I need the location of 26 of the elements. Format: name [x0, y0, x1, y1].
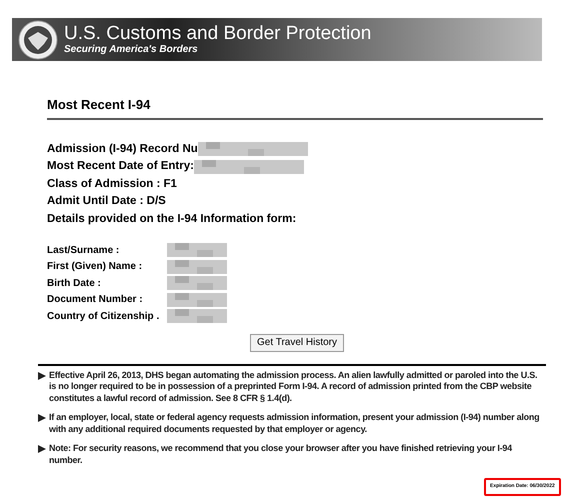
record-line: Details provided on the I-94 Information form: [47, 212, 296, 227]
redaction-block [167, 260, 227, 274]
notice-text: Effective April 26, 2013, DHS began automating the admission process. An alien lawfully admitted or paroled into the U.S. is no longer required to be in possession of a preprinted Form I-94. A record of admission printed from the CBP website constitutes a lawful record of admission. See 8 CFR § 1.4(d). [49, 370, 538, 404]
bullet-arrow-icon [38, 414, 46, 422]
bullet-arrow-icon [38, 372, 46, 380]
detail-label: Country of Citizenship . [47, 310, 160, 324]
banner-subtitle: Securing America's Borders [64, 45, 199, 55]
redaction-block [167, 276, 227, 290]
redaction-block [167, 243, 227, 258]
record-line: Class of Admission : F1 [47, 176, 177, 192]
section-heading: Most Recent I-94 [47, 96, 152, 114]
notice-text: If an employer, local, state or federal agency requests admission information, present your admission (I-94) number along with any additional required documents requested by that employer or agency. [49, 412, 540, 435]
bullet-arrow-icon [38, 445, 46, 453]
redaction-block [167, 292, 227, 307]
get-travel-history-button[interactable]: Get Travel History [250, 334, 344, 352]
seal-icon [18, 20, 58, 60]
detail-label: First (Given) Name : [47, 260, 144, 274]
detail-label: Document Number : [47, 293, 144, 308]
record-line: Admission (I-94) Record Nu [47, 142, 198, 157]
detail-label: Last/Surname : [47, 244, 120, 258]
banner-title: U.S. Customs and Border Protection [64, 24, 372, 43]
record-line: Most Recent Date of Entry: [47, 159, 194, 174]
record-line: Admit Until Date : D/S [47, 194, 166, 210]
notice-text: Note: For security reasons, we recommend that you close your browser after you have finished retrieving your I-94 number. [49, 443, 514, 466]
redaction-block [167, 309, 227, 324]
detail-label: Birth Date : [47, 276, 102, 291]
